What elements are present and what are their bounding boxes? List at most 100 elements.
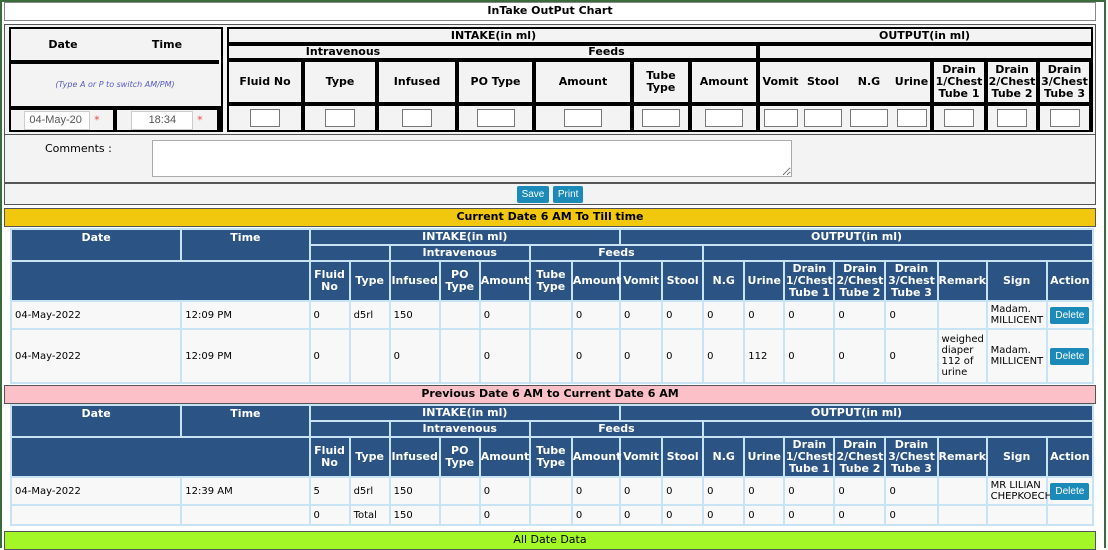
table-row: 04-May-2022 12:39 AM 5 d5rl 150 0 0 0 0 0 0 0 0 0 MR L… <box>12 478 1092 504</box>
table-cell: 0 <box>704 478 744 504</box>
delete-button[interactable]: Delete <box>1050 306 1090 324</box>
delete-button[interactable]: Delete <box>1050 347 1090 365</box>
form-column-header: N.G <box>845 60 894 106</box>
form-cell <box>229 104 305 130</box>
table-cell: 0 <box>704 302 744 328</box>
form-input-vomit[interactable] <box>763 109 798 127</box>
print-button[interactable]: Print <box>552 186 584 203</box>
previous-section-title: Previous Date 6 AM to Current Date 6 AM <box>4 385 1096 404</box>
column-header: N.G <box>704 438 744 476</box>
table-cell <box>440 330 479 382</box>
column-header: Vomit <box>621 262 662 300</box>
table-cell: 0 <box>835 506 885 524</box>
form-input-drain-2-chest-tube-2[interactable] <box>997 109 1028 127</box>
table-cell <box>182 506 309 524</box>
form-input-amount[interactable] <box>564 109 602 127</box>
column-header: Sign <box>987 262 1046 300</box>
form-cell <box>893 104 935 130</box>
form-cell <box>932 104 989 130</box>
current-records-table: Date Time INTAKE(in ml) OUTPUT(in ml) Intrav… <box>10 228 1094 384</box>
column-header: Fluid No <box>310 262 349 300</box>
table-cell: 0 <box>835 302 885 328</box>
table-cell: 0 <box>704 506 744 524</box>
intravenous-header: Intravenous <box>390 422 529 436</box>
output-header: OUTPUT(in ml) <box>621 406 1092 420</box>
column-header: Stool <box>663 262 703 300</box>
table-cell: 0 <box>621 478 662 504</box>
form-cell <box>1038 104 1094 130</box>
output-header: OUTPUT(in ml) <box>621 230 1092 244</box>
date-header: Date <box>12 406 181 436</box>
time-header: Time <box>182 406 309 436</box>
date-header: Date <box>12 230 181 260</box>
table-cell: 0 <box>835 478 885 504</box>
column-header: Stool <box>663 438 703 476</box>
date-label: Date <box>11 29 115 64</box>
table-cell: MR LILIAN CHEPKOECH <box>987 478 1052 504</box>
time-input[interactable] <box>131 110 194 130</box>
intake-header: INTAKE(in ml) <box>229 29 759 46</box>
comments-label: Comments : <box>45 142 112 155</box>
table-cell: 0 <box>886 478 937 504</box>
action-cell: Delete <box>1047 330 1092 382</box>
table-cell <box>440 302 479 328</box>
table-cell: 0 <box>480 478 529 504</box>
table-cell: 0 <box>745 506 784 524</box>
delete-button[interactable]: Delete <box>1050 482 1090 500</box>
action-cell: Delete <box>1047 302 1092 328</box>
form-input-tube-type[interactable] <box>642 109 680 127</box>
table-cell: 0 <box>572 478 620 504</box>
form-input-type[interactable] <box>325 109 355 127</box>
table-cell: 0 <box>621 330 662 382</box>
ampm-hint: (Type A or P to switch AM/PM) <box>11 62 219 110</box>
table-cell: d5rl <box>350 302 389 328</box>
save-button[interactable]: Save <box>516 186 550 203</box>
table-cell: 0 <box>745 302 784 328</box>
form-input-drain-3-chest-tube-3[interactable] <box>1049 109 1080 127</box>
form-column-header: Infused <box>377 60 459 106</box>
form-input-po-type[interactable] <box>476 109 515 127</box>
intake-header: INTAKE(in ml) <box>310 406 620 420</box>
column-header: Vomit <box>621 438 662 476</box>
form-input-n-g[interactable] <box>850 109 889 127</box>
comments-textarea[interactable] <box>152 140 792 177</box>
table-cell: 0 <box>785 302 834 328</box>
table-row: 0 Total 150 0 0 0 0 0 0 0 0 0 <box>12 506 1092 524</box>
table-cell: 112 <box>745 330 784 382</box>
form-column-header: Vomit <box>758 60 802 106</box>
blank-header <box>704 422 1092 436</box>
table-cell: 0 <box>621 506 662 524</box>
table-cell <box>938 302 986 328</box>
form-input-stool[interactable] <box>804 109 843 127</box>
table-cell <box>530 478 571 504</box>
form-input-urine[interactable] <box>896 109 927 127</box>
column-header: Amount <box>480 262 529 300</box>
all-data-section-title[interactable]: All Date Data <box>4 531 1096 550</box>
form-column-header: Tube Type <box>632 60 692 106</box>
date-input[interactable] <box>24 110 91 130</box>
table-cell <box>530 506 571 524</box>
table-cell: 150 <box>390 506 439 524</box>
feeds-header: Feeds <box>457 44 761 62</box>
column-header: Urine <box>745 438 784 476</box>
form-input-drain-1-chest-tube-1[interactable] <box>944 109 975 127</box>
column-header: Drain 2/Chest Tube 2 <box>835 262 885 300</box>
table-cell: 0 <box>310 302 349 328</box>
table-cell: 0 <box>480 302 529 328</box>
form-column-header: Drain 1/Chest Tube 1 <box>932 60 989 106</box>
table-cell: 0 <box>480 330 529 382</box>
column-header: Tube Type <box>530 262 571 300</box>
column-header: Amount <box>572 262 621 300</box>
column-header: Amount <box>480 438 529 476</box>
table-cell: 0 <box>310 330 349 382</box>
table-cell <box>440 478 479 504</box>
form-input-fluid-no[interactable] <box>250 109 280 127</box>
form-input-amount[interactable] <box>705 109 743 127</box>
form-input-infused[interactable] <box>402 109 432 127</box>
table-row: 04-May-2022 12:09 PM 0 0 0 0 0 0 0 112 0 0 0 weighed … <box>12 330 1092 382</box>
table-cell: 0 <box>785 330 834 382</box>
feeds-header: Feeds <box>530 246 703 260</box>
table-cell: Total <box>350 506 389 524</box>
column-header: PO Type <box>440 262 479 300</box>
table-cell: 0 <box>310 506 349 524</box>
